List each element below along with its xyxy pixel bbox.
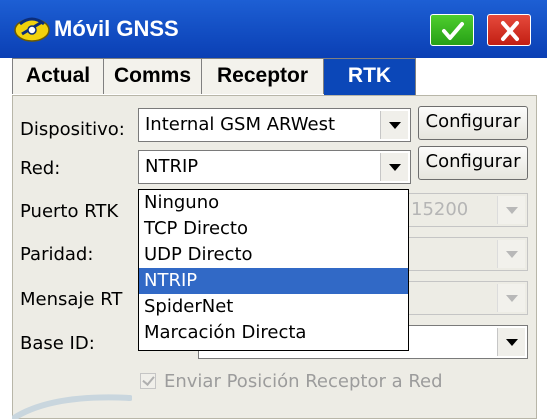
mensaje-rtk-label: Mensaje RT <box>20 289 123 310</box>
dispositivo-value: Internal GSM ARWest <box>145 114 336 135</box>
dispositivo-select[interactable]: Internal GSM ARWest <box>138 108 411 142</box>
enviar-posicion-label: Enviar Posición Receptor a Red <box>164 371 443 392</box>
checkmark-icon <box>442 22 464 40</box>
dropdown-option[interactable]: TCP Directo <box>139 216 408 242</box>
window-title: Móvil GNSS <box>54 16 179 41</box>
ok-button[interactable] <box>430 14 474 46</box>
chevron-down-icon[interactable] <box>497 328 525 356</box>
configurar-dispositivo-button[interactable]: Configurar <box>418 106 528 140</box>
chevron-down-icon[interactable] <box>380 111 408 139</box>
base-id-label: Base ID: <box>20 333 95 354</box>
tab-actual[interactable]: Actual <box>12 58 104 94</box>
chevron-down-icon <box>497 240 525 268</box>
chevron-down-icon[interactable] <box>380 153 408 181</box>
puerto-rtk-label: Puerto RTK <box>20 201 119 222</box>
close-button[interactable] <box>487 14 531 46</box>
dispositivo-label: Dispositivo: <box>20 119 125 140</box>
satellite-icon <box>14 17 50 42</box>
dropdown-option[interactable]: Ninguno <box>139 190 408 216</box>
tab-receptor[interactable]: Receptor <box>202 58 324 94</box>
puerto-rtk-value: 15200 <box>411 199 469 220</box>
paridad-label: Paridad: <box>20 244 94 265</box>
red-select[interactable]: NTRIP <box>138 150 411 184</box>
chevron-down-icon <box>497 196 525 224</box>
red-value: NTRIP <box>145 156 199 177</box>
red-label: Red: <box>20 158 61 179</box>
enviar-posicion-checkbox <box>140 373 156 389</box>
red-dropdown-list[interactable]: Ninguno TCP Directo UDP Directo NTRIP Spider… <box>138 189 409 351</box>
title-bar: Móvil GNSS <box>0 0 547 58</box>
configurar-red-button[interactable]: Configurar <box>418 146 528 180</box>
chevron-down-icon <box>497 284 525 312</box>
dropdown-option[interactable]: SpiderNet <box>139 294 408 320</box>
close-icon <box>501 21 519 41</box>
dropdown-option[interactable]: Marcación Directa <box>139 320 408 346</box>
tab-rtk[interactable]: RTK <box>324 58 416 96</box>
dropdown-option[interactable]: UDP Directo <box>139 242 408 268</box>
tab-comms[interactable]: Comms <box>104 58 202 94</box>
dropdown-option[interactable]: NTRIP <box>139 268 408 294</box>
background-swoosh-icon <box>12 394 132 419</box>
